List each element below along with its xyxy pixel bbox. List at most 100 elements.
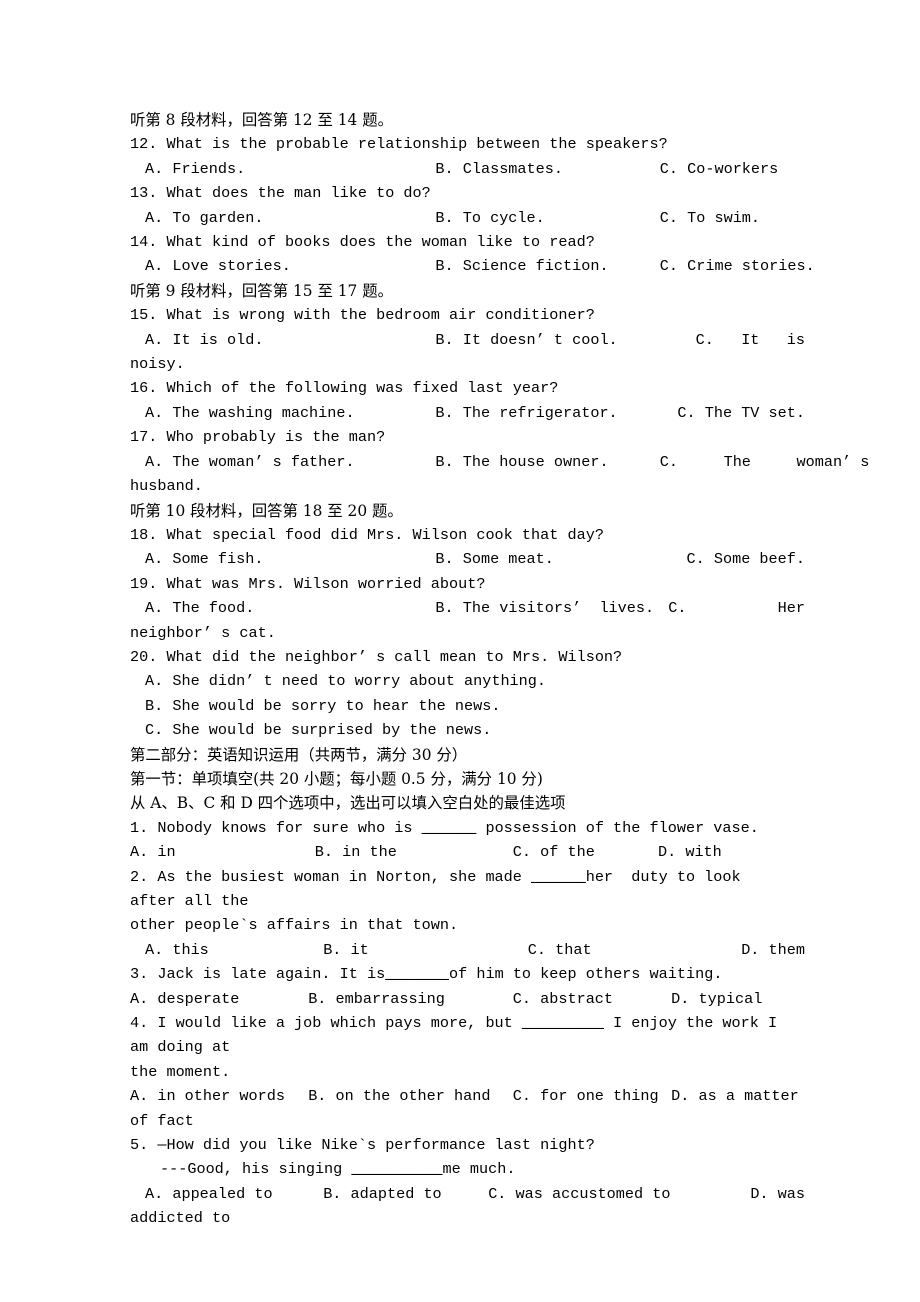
mc-question-3-stem: 3. Jack is late again. It is_______of hi… — [130, 962, 790, 986]
exam-page: 听第 8 段材料，回答第 12 至 14 题。 12. What is the … — [0, 0, 920, 1302]
question-17-stem: 17. Who probably is the man? — [130, 428, 386, 447]
stem-text-before: 3. Jack is late again. It is — [130, 965, 386, 984]
mc-question-5-stem: 5. —How did you like Nike`s performance … — [130, 1136, 595, 1155]
question-17-option-c-wrap: husband. — [130, 477, 203, 496]
option-a[interactable]: A. this — [145, 938, 323, 962]
question-20-option-c[interactable]: C. She would be surprised by the news. — [130, 718, 790, 742]
document-body: 听第 8 段材料，回答第 12 至 14 题。 12. What is the … — [130, 108, 869, 1231]
question-20-stem: 20. What did the neighbor’ s call mean t… — [130, 647, 623, 666]
mc-question-5-option-d-wrap: addicted to — [130, 1209, 231, 1228]
listening-section-9-header: 听第 9 段材料，回答第 15 至 17 题。 — [130, 281, 394, 300]
option-b[interactable]: B. adapted to — [323, 1182, 488, 1206]
option-b[interactable]: B. It doesn’ t cool. — [435, 328, 659, 352]
option-c[interactable]: C. abstract — [513, 987, 671, 1011]
question-19-stem: 19. What was Mrs. Wilson worried about? — [130, 574, 486, 593]
question-20-option-b[interactable]: B. She would be sorry to hear the news. — [130, 694, 790, 718]
mc-question-4-option-d-wrap: of fact — [130, 1111, 194, 1130]
stem-text-before: 2. As the busiest woman in Norton, she m… — [130, 867, 532, 886]
question-15-options: A. It is old. B. It doesn’ t cool. C. It… — [130, 328, 805, 352]
option-a[interactable]: A. The food. — [145, 596, 435, 620]
question-14-stem: 14. What kind of books does the woman li… — [130, 233, 595, 252]
option-c[interactable]: C. for one thing — [513, 1084, 671, 1108]
option-c[interactable]: C. Crime stories. — [660, 254, 815, 278]
option-d[interactable]: D. was — [726, 1182, 805, 1206]
answer-blank[interactable]: _______ — [385, 965, 449, 983]
option-b[interactable]: B. on the other hand — [308, 1084, 513, 1108]
mc-question-4-stem-wrap: the moment. — [130, 1062, 231, 1081]
question-12-options: A. Friends. B. Classmates. C. Co-workers — [130, 157, 805, 181]
question-16-stem: 16. Which of the following was fixed las… — [130, 379, 559, 398]
question-15-option-c-wrap: noisy. — [130, 355, 185, 374]
listening-section-10-header: 听第 10 段材料，回答第 18 至 20 题。 — [130, 501, 403, 520]
stem-text-after: possession of the flower vase. — [476, 818, 759, 837]
option-a[interactable]: A. in — [130, 840, 315, 864]
question-13-stem: 13. What does the man like to do? — [130, 184, 431, 203]
question-13-options: A. To garden. B. To cycle. C. To swim. — [130, 206, 805, 230]
mc-question-5-stem-line2: ---Good, his singing __________me much. — [130, 1157, 790, 1181]
option-a[interactable]: A. appealed to — [145, 1182, 323, 1206]
option-b[interactable]: B. Some meat. — [435, 547, 659, 571]
option-b[interactable]: B. it — [323, 938, 528, 962]
mc-question-4-stem: 4. I would like a job which pays more, b… — [130, 1011, 790, 1060]
part-two-section-header: 第一节：单项填空(共 20 小题；每小题 0.5 分，满分 10 分) — [130, 769, 543, 788]
option-c[interactable]: C. To swim. — [660, 206, 805, 230]
mc-question-1-options: A. in B. in the C. of the D. with — [130, 840, 790, 864]
option-d[interactable]: D. with — [658, 840, 790, 864]
option-c[interactable]: C. Some beef. — [660, 547, 805, 571]
question-15-stem: 15. What is wrong with the bedroom air c… — [130, 306, 595, 325]
option-c[interactable]: C. of the — [513, 840, 658, 864]
question-17-options: A. The woman’ s father. B. The house own… — [130, 450, 869, 474]
option-d[interactable]: D. as a matter — [671, 1084, 799, 1108]
mc-question-2-stem: 2. As the busiest woman in Norton, she m… — [130, 865, 790, 914]
option-a[interactable]: A. Friends. — [145, 157, 435, 181]
mc-question-5-options: A. appealed to B. adapted to C. was accu… — [130, 1182, 805, 1206]
option-a[interactable]: A. Some fish. — [145, 547, 435, 571]
option-d[interactable]: D. them — [680, 938, 805, 962]
option-a[interactable]: A. The woman’ s father. — [145, 450, 435, 474]
option-b[interactable]: B. The visitors’ lives. — [435, 596, 659, 620]
option-a[interactable]: A. in other words — [130, 1084, 308, 1108]
option-b[interactable]: B. in the — [315, 840, 513, 864]
option-b[interactable]: B. embarrassing — [308, 987, 513, 1011]
stem-text-after: of him to keep others waiting. — [449, 965, 723, 984]
mc-question-1-stem: 1. Nobody knows for sure who is ______ p… — [130, 816, 790, 840]
question-19-option-c-wrap: neighbor’ s cat. — [130, 623, 276, 642]
part-two-instruction: 从 A、B、C 和 D 四个选项中，选出可以填入空白处的最佳选项 — [130, 794, 566, 813]
question-20-option-a[interactable]: A. She didn’ t need to worry about anyth… — [130, 669, 790, 693]
option-b[interactable]: B. To cycle. — [435, 206, 659, 230]
option-c[interactable]: C. It is — [660, 328, 805, 352]
option-a[interactable]: A. The washing machine. — [145, 401, 435, 425]
listening-section-8-header: 听第 8 段材料，回答第 12 至 14 题。 — [130, 111, 394, 129]
option-c[interactable]: C. that — [528, 938, 680, 962]
question-16-options: A. The washing machine. B. The refrigera… — [130, 401, 805, 425]
stem-text-before: 1. Nobody knows for sure who is — [130, 818, 422, 837]
option-b[interactable]: B. The house owner. — [435, 450, 659, 474]
answer-blank[interactable]: ______ — [422, 819, 477, 837]
question-18-stem: 18. What special food did Mrs. Wilson co… — [130, 525, 604, 544]
question-19-options: A. The food. B. The visitors’ lives. C. … — [130, 596, 805, 620]
part-two-header: 第二部分：英语知识运用（共两节，满分 30 分） — [130, 745, 468, 764]
stem-text-before: ---Good, his singing — [160, 1160, 352, 1179]
stem-text-before: 4. I would like a job which pays more, b… — [130, 1014, 522, 1033]
option-b[interactable]: B. Classmates. — [435, 157, 659, 181]
stem-text-after: me much. — [442, 1160, 516, 1179]
option-c[interactable]: C. Co-workers — [660, 157, 805, 181]
option-b[interactable]: B. Science fiction. — [435, 254, 659, 278]
option-c[interactable]: C. The TV set. — [660, 401, 805, 425]
option-a[interactable]: A. It is old. — [145, 328, 435, 352]
answer-blank[interactable]: ______ — [531, 868, 586, 886]
option-a[interactable]: A. desperate — [130, 987, 308, 1011]
option-a[interactable]: A. To garden. — [145, 206, 435, 230]
option-a[interactable]: A. Love stories. — [145, 254, 435, 278]
mc-question-4-options: A. in other words B. on the other hand C… — [130, 1084, 799, 1108]
question-18-options: A. Some fish. B. Some meat. C. Some beef… — [130, 547, 805, 571]
question-14-options: A. Love stories. B. Science fiction. C. … — [130, 254, 815, 278]
option-d[interactable]: D. typical — [671, 987, 790, 1011]
option-c[interactable]: C. The woman’ s — [660, 450, 870, 474]
option-c[interactable]: C. was accustomed to — [488, 1182, 726, 1206]
mc-question-2-stem-wrap: other people`s affairs in that town. — [130, 916, 459, 935]
option-c[interactable]: C. Her — [660, 596, 805, 620]
answer-blank[interactable]: _________ — [522, 1014, 604, 1032]
answer-blank[interactable]: __________ — [351, 1160, 442, 1178]
option-b[interactable]: B. The refrigerator. — [435, 401, 659, 425]
